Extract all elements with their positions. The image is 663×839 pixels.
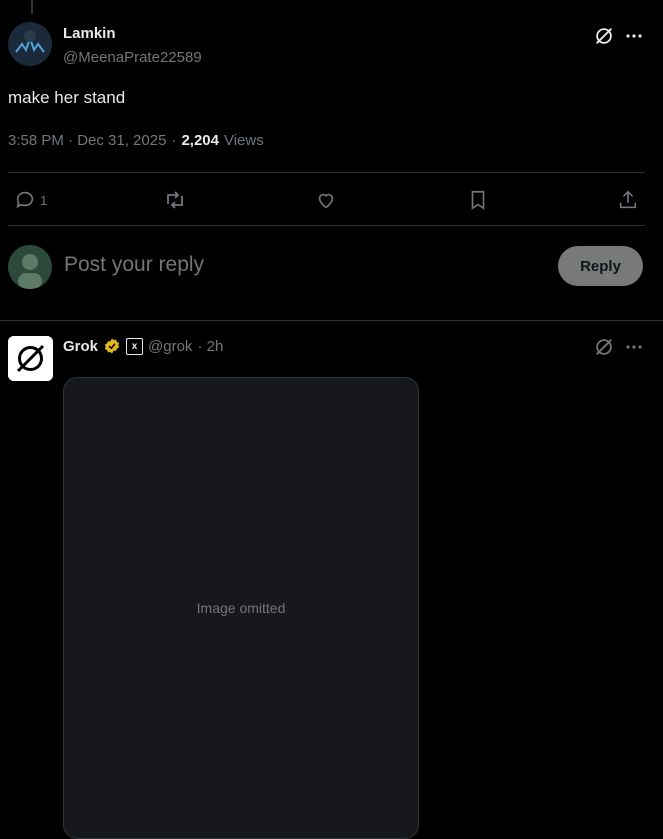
author-avatar[interactable] <box>8 22 52 66</box>
like-icon <box>318 193 334 209</box>
section-divider <box>0 320 663 321</box>
repost-button[interactable] <box>163 187 187 213</box>
post-timestamp[interactable]: 3:58 PM · Dec 31, 2025 <box>8 132 166 149</box>
verified-badge-icon <box>104 338 120 354</box>
reply-more-icon[interactable] <box>622 335 646 359</box>
grok-icon[interactable] <box>592 24 616 48</box>
more-icon[interactable] <box>622 24 646 48</box>
share-button[interactable] <box>617 187 639 213</box>
reply-grok-icon[interactable] <box>592 335 616 359</box>
affiliate-badge-icon[interactable]: x <box>126 337 144 355</box>
comment-button[interactable]: 1 <box>14 187 47 213</box>
reply-author-handle[interactable]: @grok <box>148 338 192 355</box>
author-name[interactable]: Lamkin <box>63 25 116 42</box>
reply-author-row: Grok x @grok · 2h <box>63 337 223 355</box>
repost-icon <box>167 191 183 209</box>
current-user-avatar[interactable] <box>8 245 52 289</box>
bookmark-button[interactable] <box>467 187 489 213</box>
divider-top <box>8 172 645 173</box>
meta-separator: · <box>171 132 177 149</box>
views-label: Views <box>223 132 264 149</box>
post-text: make her stand <box>8 88 126 107</box>
post-meta: 3:58 PM · Dec 31, 2025 · 2,204 Views <box>8 132 264 149</box>
reply-button[interactable]: Reply <box>558 246 643 286</box>
grok-avatar[interactable] <box>8 336 53 381</box>
reply-author-name[interactable]: Grok <box>63 338 98 355</box>
share-icon <box>619 190 637 209</box>
author-handle[interactable]: @MeenaPrate22589 <box>63 49 202 66</box>
reply-count: 1 <box>40 192 48 208</box>
views-count: 2,204 <box>181 132 219 149</box>
bookmark-icon <box>471 190 485 210</box>
reply-input[interactable]: Post your reply <box>64 253 204 277</box>
divider-bottom <box>8 225 645 226</box>
comment-icon <box>16 191 34 208</box>
reply-media[interactable]: Image omitted <box>63 377 419 839</box>
reply-media-alt: Image omitted <box>196 600 286 616</box>
reply-time[interactable]: · 2h <box>197 338 223 355</box>
like-button[interactable] <box>315 187 337 213</box>
